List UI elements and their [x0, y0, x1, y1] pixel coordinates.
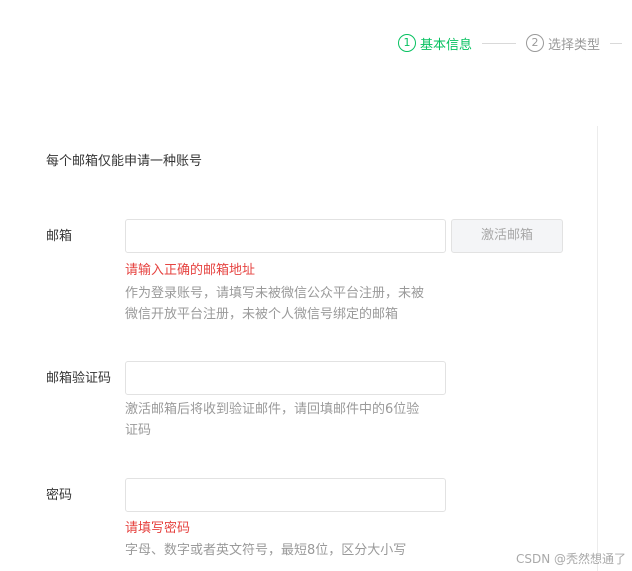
step-connector — [482, 42, 517, 44]
verify-code-tip: 激活邮箱后将收到验证邮件，请回填邮件中的6位验证码 — [125, 402, 420, 438]
password-tip: 字母、数字或者英文符号，最短8位，区分大小写 — [125, 543, 407, 558]
email-error: 请输入正确的邮箱地址 — [125, 263, 256, 278]
email-label: 邮箱 — [46, 229, 73, 244]
watermark: CSDN @秃然想通了 — [515, 552, 626, 566]
step-basic-info: 1 基本信息 — [398, 34, 472, 53]
step-select-type: 2 选择类型 — [526, 34, 600, 53]
email-tip: 作为登录账号，请填写未被微信公众平台注册，未被微信开放平台注册，未被个人微信号绑… — [125, 286, 425, 322]
step-indicator: 1 基本信息 2 选择类型 — [398, 33, 623, 53]
vertical-divider — [597, 126, 598, 571]
activate-email-button[interactable]: 激活邮箱 — [451, 219, 563, 253]
step-label-select-type: 选择类型 — [548, 37, 601, 53]
step-connector-tail — [610, 42, 623, 44]
password-label: 密码 — [46, 488, 73, 503]
step-number-2: 2 — [526, 34, 545, 52]
email-input[interactable] — [125, 219, 446, 253]
password-input[interactable] — [125, 478, 446, 512]
account-notice: 每个邮箱仅能申请一种账号 — [46, 154, 203, 169]
password-error: 请填写密码 — [125, 521, 191, 536]
verify-code-label: 邮箱验证码 — [46, 371, 112, 386]
verify-code-input[interactable] — [125, 361, 446, 395]
step-number-1: 1 — [398, 34, 416, 52]
step-label-basic-info: 基本信息 — [420, 37, 473, 53]
